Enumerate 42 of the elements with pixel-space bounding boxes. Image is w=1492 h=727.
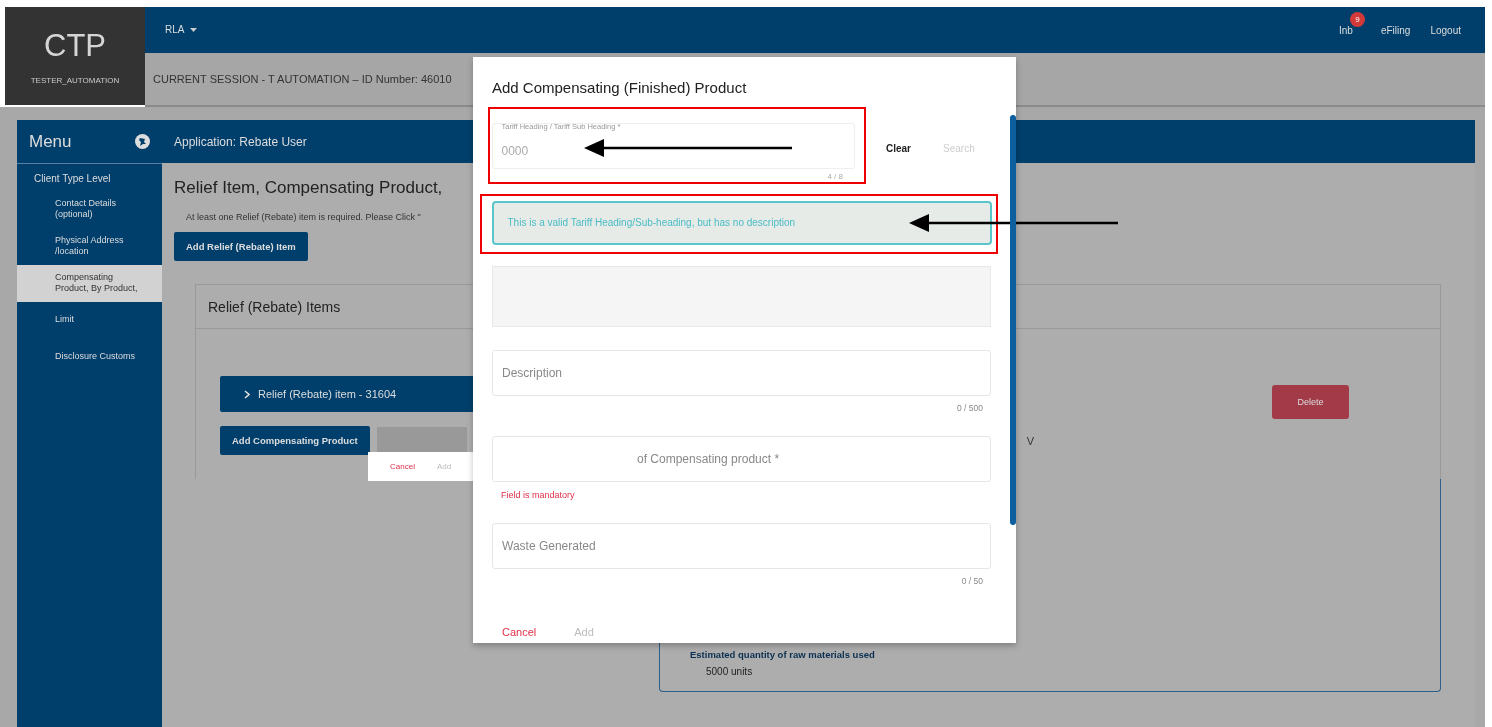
nav-link[interactable]: eFiling — [1380, 25, 1411, 36]
detail-value: 5000 units — [706, 666, 754, 677]
character-counter: 4 / 8 — [827, 172, 843, 181]
menu-title: Menu — [29, 131, 72, 152]
scrollbar[interactable] — [1010, 115, 1016, 525]
instruction-text: At least one Relief (Rebate) item is required. Please Click " — [186, 212, 421, 222]
sidebar-item[interactable]: Client Type Level — [22, 164, 123, 191]
character-counter: 0 / 50 — [961, 576, 983, 586]
character-counter: 0 / 500 — [957, 403, 983, 413]
session-text: CURRENT SESSION - T AUTOMATION – ID Number: 46010 — [153, 73, 452, 85]
card-title: Relief (Rebate) Items — [208, 298, 341, 315]
delete-button[interactable]: Delete — [1272, 385, 1349, 419]
input-field[interactable]: Description — [492, 350, 991, 396]
detail-label: Estimated quantity of raw materials used — [690, 649, 876, 660]
page-heading: Relief Item, Compensating Product, — [174, 178, 443, 198]
input-field[interactable]: Waste Generated — [492, 523, 991, 569]
sidebar-item[interactable]: Limit — [17, 302, 162, 339]
nav-link[interactable]: Logout — [1430, 25, 1461, 36]
sidebar-item[interactable]: Contact Details (optional) — [17, 191, 162, 228]
application-title: Application: Rebate User — [174, 134, 307, 149]
chevron-icon — [244, 389, 250, 399]
nav-link[interactable]: Inb — [1339, 25, 1353, 36]
notification-badge: 9 — [1350, 12, 1366, 27]
pin-icon[interactable] — [135, 134, 150, 149]
sidebar-item[interactable]: Physical Address /location — [17, 228, 162, 265]
caret-icon — [190, 27, 198, 32]
add-compensating-button[interactable]: Add Compensating Product — [220, 426, 370, 455]
user-name: TESTER_AUTOMATION — [30, 75, 120, 85]
add-relief-button[interactable]: Add Relief (Rebate) Item — [174, 232, 308, 261]
tariff-action-button[interactable]: Clear — [886, 143, 911, 154]
dialog-action-button[interactable]: Cancel — [502, 626, 537, 638]
sidebar-item[interactable]: Disclosure Customs — [17, 339, 162, 376]
dialog-title: Add Compensating (Finished) Product — [492, 79, 748, 96]
error-message: Field is mandatory — [501, 490, 576, 500]
by-product-button[interactable] — [376, 426, 467, 455]
stray-letter: V — [1026, 434, 1034, 447]
logo-text: CTP — [44, 27, 106, 64]
rla-dropdown[interactable]: RLA — [165, 24, 198, 35]
sidebar-item[interactable]: Compensating Product, By Product, — [17, 265, 162, 302]
stray-action-link[interactable]: Cancel — [390, 462, 415, 471]
input-field[interactable]: of Compensating product * — [492, 436, 991, 482]
alert-text: This is a valid Tariff Heading/Sub-heading, but has no description — [507, 217, 796, 228]
